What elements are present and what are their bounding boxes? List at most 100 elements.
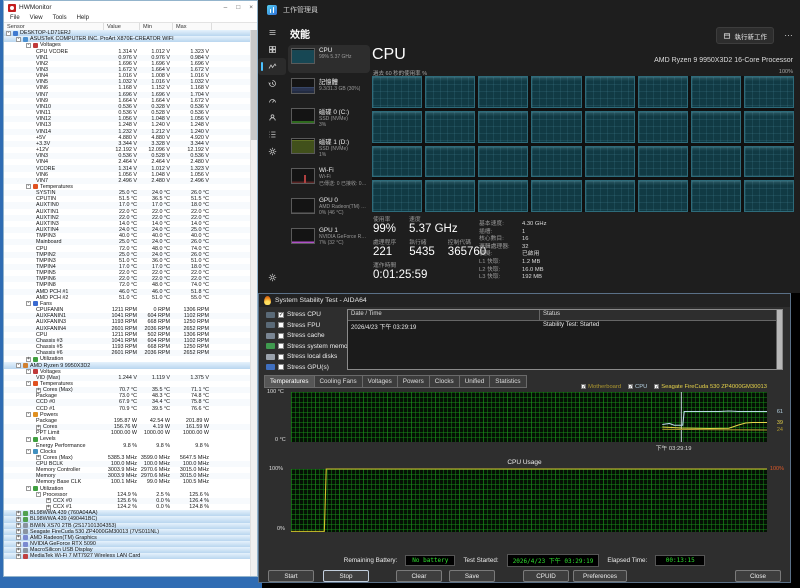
legend-checkbox[interactable]: ✓	[628, 384, 633, 389]
close-button[interactable]: Close	[735, 570, 781, 582]
device-row[interactable]: +BL98WWA.439 (490441BC)	[4, 516, 251, 522]
tree-expander[interactable]: -	[26, 301, 31, 306]
log-row[interactable]: 2026/4/23 下午 03:29:19Stability Test: Sta…	[348, 321, 782, 330]
nav-processes[interactable]	[258, 41, 286, 58]
device-row[interactable]: +MacroSilicon USB Display	[4, 547, 251, 553]
legend-motherboard[interactable]: ✓Motherboard	[581, 384, 621, 390]
menu-help[interactable]: Help	[77, 15, 89, 21]
sidebar-item-wifi[interactable]: Wi-FiWi-Fi已傳送: 0 已接收: 0 Kbps	[288, 165, 370, 193]
legend-cpu[interactable]: ✓CPU	[628, 384, 647, 390]
sensor-group-row[interactable]: -Utilization	[4, 486, 251, 492]
tree-expander[interactable]: -	[16, 363, 21, 368]
sidebar-item-gpu1[interactable]: GPU 1NVIDIA GeForce RTX...7% (32 °C)	[288, 225, 370, 253]
tree-expander[interactable]: -	[6, 31, 11, 36]
tree-expander[interactable]: -	[26, 437, 31, 442]
nav-services[interactable]	[258, 143, 286, 160]
nav-details[interactable]	[258, 126, 286, 143]
tree-expander[interactable]: -	[36, 492, 41, 497]
tree-expander[interactable]: +	[16, 529, 21, 534]
minimize-button[interactable]: –	[224, 4, 228, 11]
log-scrollbar[interactable]	[776, 310, 782, 369]
device-row[interactable]: -ASUSTeK COMPUTER INC. ProArt X870E-CREA…	[4, 36, 251, 42]
hwmonitor-titlebar[interactable]: HWMonitor – □ ×	[4, 1, 257, 14]
save-button[interactable]: Save	[449, 570, 495, 582]
device-row[interactable]: +Seagate FireCuda 530 ZP4000GM30013 (7VS…	[4, 529, 251, 535]
device-row[interactable]: +AMD Radeon(TM) Graphics	[4, 535, 251, 541]
device-row[interactable]: +BIWIN XS70 2TB (2S17101304353)	[4, 523, 251, 529]
device-row[interactable]: +BL98WWA.439 (760A04AA)	[4, 510, 251, 516]
sensor-group-row[interactable]: +Utilization	[4, 356, 251, 362]
legend-checkbox[interactable]: ✓	[654, 384, 659, 389]
nav-menu[interactable]	[258, 24, 286, 41]
log-column-datetime[interactable]: Date / Time	[348, 310, 540, 320]
stress-option[interactable]: Stress GPU(s)	[266, 364, 353, 371]
menu-tools[interactable]: Tools	[53, 15, 67, 21]
device-row[interactable]: -AMD Ryzen 9 9950X3D2	[4, 362, 251, 368]
menu-file[interactable]: File	[10, 15, 20, 21]
tree-expander[interactable]: +	[16, 548, 21, 553]
nav-users[interactable]	[258, 109, 286, 126]
tree-expander[interactable]: -	[26, 486, 31, 491]
sensor-group-row[interactable]: -Voltages	[4, 42, 251, 48]
legend-seagate-firecuda-530-zp4000gm30013[interactable]: ✓Seagate FireCuda 530 ZP4000GM30013	[654, 384, 767, 390]
device-row[interactable]: -DESKTOP-LD71ERJ	[4, 30, 251, 36]
stress-option[interactable]: Stress cache	[266, 332, 353, 339]
tree-expander[interactable]: +	[36, 388, 41, 393]
taskman-titlebar[interactable]: 工作管理員	[258, 0, 800, 20]
start-button[interactable]: Start	[268, 570, 314, 582]
nav-startup-apps[interactable]	[258, 92, 286, 109]
sensor-group-row[interactable]: -Levels	[4, 436, 251, 442]
sidebar-item-mem[interactable]: 記憶體9.3/31.3 GB (30%)	[288, 75, 370, 103]
tree-expander[interactable]: +	[36, 455, 41, 460]
more-options-button[interactable]: …	[784, 28, 793, 38]
tree-expander[interactable]: -	[26, 449, 31, 454]
tree-expander[interactable]: -	[26, 381, 31, 386]
checkbox[interactable]: ✓	[278, 312, 284, 318]
checkbox[interactable]	[278, 364, 284, 370]
cpuid-button[interactable]: CPUID	[523, 570, 569, 582]
tree-expander[interactable]: -	[26, 412, 31, 417]
tree-expander[interactable]: +	[16, 511, 21, 516]
clear-button[interactable]: Clear	[396, 570, 442, 582]
stress-option[interactable]: Stress local disks	[266, 353, 353, 360]
checkbox[interactable]	[278, 333, 284, 339]
checkbox[interactable]	[278, 322, 284, 328]
tree-expander[interactable]: -	[16, 37, 21, 42]
sidebar-item-gpu0[interactable]: GPU 0AMD Radeon(TM) Gr...0% (46 °C)	[288, 195, 370, 223]
maximize-button[interactable]: □	[236, 4, 240, 11]
run-new-task-button[interactable]: 執行新工作	[716, 27, 775, 44]
tree-expander[interactable]: +	[16, 542, 21, 547]
hw-scrollbar-thumb[interactable]	[251, 30, 257, 140]
tree-expander[interactable]: +	[46, 498, 51, 503]
settings-button[interactable]	[258, 269, 286, 287]
sensor-group-row[interactable]: -Voltages	[4, 369, 251, 375]
checkbox[interactable]	[278, 343, 284, 349]
checkbox[interactable]	[278, 354, 284, 360]
sensor-group-row[interactable]: -Temperatures	[4, 184, 251, 190]
tree-expander[interactable]: +	[26, 357, 31, 362]
tree-expander[interactable]: +	[36, 425, 41, 430]
sensor-group-row[interactable]: -Clocks	[4, 449, 251, 455]
sidebar-item-disk0[interactable]: 磁碟 0 (C:)SSD (NVMe)3%	[288, 105, 370, 133]
nav-app-history[interactable]	[258, 75, 286, 92]
stress-option[interactable]: Stress FPU	[266, 322, 353, 329]
hw-scrollbar[interactable]	[250, 30, 257, 576]
nav-performance[interactable]	[258, 58, 286, 75]
legend-checkbox[interactable]: ✓	[581, 384, 586, 389]
device-row[interactable]: +MediaTek Wi-Fi 7 MT7927 Wireless LAN Ca…	[4, 553, 251, 559]
tree-expander[interactable]: -	[26, 369, 31, 374]
sidebar-item-disk1[interactable]: 磁碟 1 (D:)SSD (NVMe)1%	[288, 135, 370, 163]
tree-expander[interactable]: +	[16, 535, 21, 540]
sensor-group-row[interactable]: -Powers	[4, 412, 251, 418]
log-column-status[interactable]: Status	[540, 310, 782, 320]
tree-expander[interactable]: +	[16, 523, 21, 528]
sidebar-item-cpu[interactable]: CPU99% 5.37 GHz	[288, 45, 370, 73]
close-button[interactable]: ×	[249, 4, 253, 11]
preferences-button[interactable]: Preferences	[573, 570, 627, 582]
stop-button[interactable]: Stop	[323, 570, 369, 582]
menu-view[interactable]: View	[30, 15, 43, 21]
tree-expander[interactable]: -	[26, 184, 31, 189]
aida-titlebar[interactable]: System Stability Test - AIDA64	[259, 294, 790, 307]
sensor-group-row[interactable]: -Temperatures	[4, 381, 251, 387]
stress-option[interactable]: Stress system memory	[266, 343, 353, 350]
